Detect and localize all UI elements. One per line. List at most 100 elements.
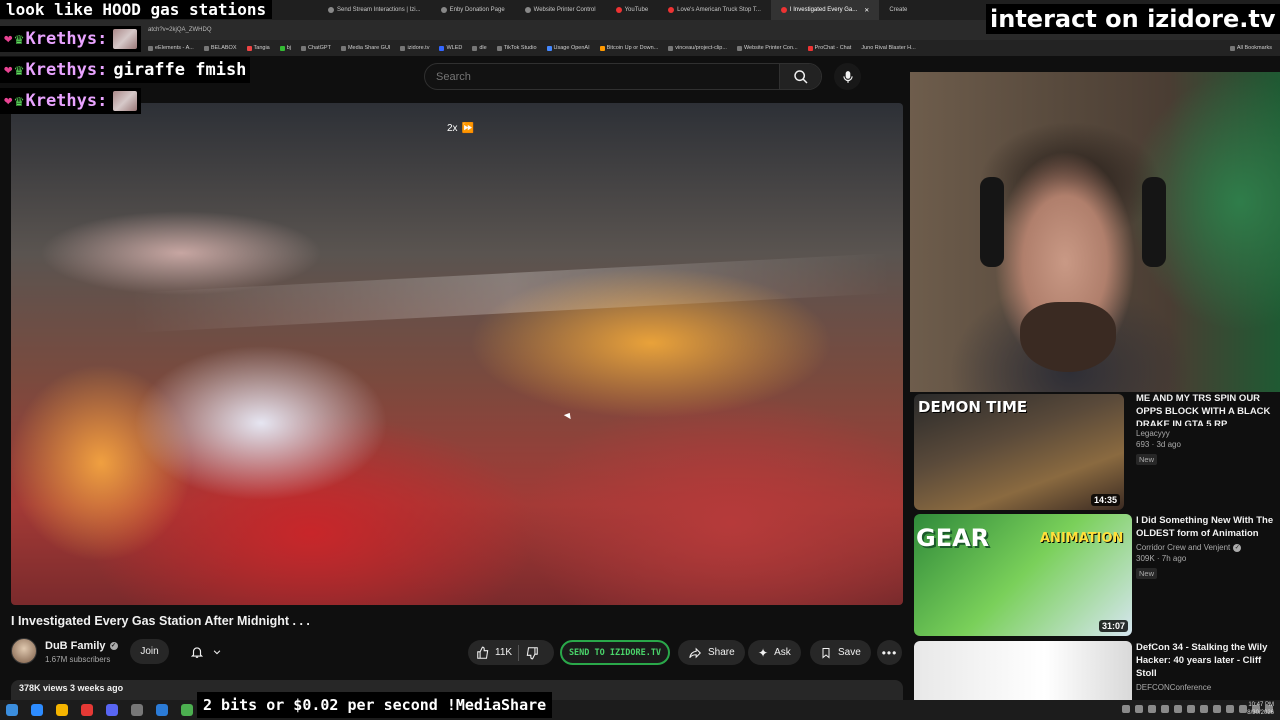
bookmark[interactable]: BELABOX [203, 45, 237, 51]
browser-tab[interactable]: Enby Donation Page [431, 0, 515, 20]
tray-icon[interactable] [1135, 705, 1143, 713]
chat-message: ❤ ♛ Krethys: [0, 26, 142, 52]
search-button[interactable] [779, 64, 821, 89]
tray-icon[interactable] [1122, 705, 1130, 713]
browser-tab[interactable]: Create [879, 0, 917, 20]
bookmark[interactable]: Website Printer Con... [736, 45, 798, 51]
app-icon[interactable] [81, 704, 93, 716]
bookmark[interactable]: dle [472, 45, 487, 51]
all-bookmarks[interactable]: All Bookmarks [1229, 45, 1272, 51]
clock[interactable]: 10:47 PM 8/30/2026 [1247, 701, 1274, 717]
join-button[interactable]: Join [130, 639, 169, 664]
video-player[interactable]: 2x ⏩ [11, 103, 903, 605]
chat-username: Krethys: [25, 91, 108, 111]
recommendation-channel[interactable]: Corridor Crew and Venjent ✓ [1136, 543, 1276, 552]
recommendation-info: DefCon 34 - Stalking the Wily Hacker: 40… [1136, 641, 1276, 692]
settings-icon[interactable] [131, 704, 143, 716]
browser-tab[interactable]: Love's American Truck Stop T... [658, 0, 771, 20]
send-to-izidore-button[interactable]: SEND TO IZIDORE.TV [560, 640, 670, 665]
video-thumbnail[interactable]: GEAR ANIMATION 31:07 [914, 514, 1132, 636]
discord-icon[interactable] [106, 704, 118, 716]
tray-icon[interactable] [1239, 705, 1247, 713]
recommendation-title[interactable]: DefCon 34 - Stalking the Wily Hacker: 40… [1136, 641, 1276, 680]
recommendation-item[interactable]: DEMON TIME 14:35 ME AND MY TRS SPIN OUR … [914, 392, 1280, 512]
tray-icon[interactable] [1174, 705, 1182, 713]
tab-favicon-icon [440, 7, 447, 13]
search-box [424, 63, 822, 90]
heart-badge-icon: ❤ [4, 93, 13, 109]
tray-icon[interactable] [1148, 705, 1156, 713]
bookmark[interactable]: Media Share GUI [340, 45, 390, 51]
browser-tab-active[interactable]: I Investigated Every Ga... ✕ [770, 0, 880, 20]
channel-avatar[interactable] [11, 638, 37, 664]
bookmark[interactable]: Usage OpenAI [546, 45, 590, 51]
bookmark[interactable]: Juno Rival Blaster H... [861, 45, 915, 51]
new-badge: New [1136, 454, 1158, 465]
app-icon[interactable] [156, 704, 168, 716]
tray-icon[interactable] [1226, 705, 1234, 713]
thumbnail-text: DEMON TIME [918, 398, 1028, 416]
browser-tab[interactable]: YouTube [606, 0, 659, 20]
save-button[interactable]: Save [810, 640, 871, 665]
bookmark[interactable]: TikTok Studio [496, 45, 537, 51]
voice-search-button[interactable] [834, 63, 861, 90]
bookmark[interactable]: izidore.tv [400, 45, 429, 51]
bookmark[interactable]: Tangia [246, 45, 270, 51]
recommendation-item[interactable]: GEAR ANIMATION 31:07 I Did Something New… [914, 514, 1280, 636]
playback-speed-indicator: 2x ⏩ [441, 118, 480, 138]
bookmark[interactable]: ChatGPT [301, 45, 331, 51]
youtube-icon [668, 7, 675, 13]
bookmarks-bar: eElements - A... BELABOX Tangia bj ChatG… [0, 40, 1280, 56]
like-count: 11K [495, 647, 513, 658]
folder-icon[interactable] [56, 704, 68, 716]
more-actions-button[interactable]: ••• [877, 640, 902, 665]
sub-badge-icon: ♛ [14, 30, 24, 48]
chrome-icon[interactable] [181, 704, 193, 716]
recommendations-list: DEMON TIME 14:35 ME AND MY TRS SPIN OUR … [914, 392, 1280, 720]
dislike-button[interactable] [525, 646, 539, 660]
chat-message-text: giraffe fmish [113, 60, 247, 80]
like-button[interactable]: 11K [476, 646, 512, 660]
start-icon[interactable] [6, 704, 18, 716]
bookmark[interactable]: ProChat - Chat [807, 45, 851, 51]
tray-icon[interactable] [1187, 705, 1195, 713]
bookmark-icon [246, 45, 252, 51]
bookmark-icon [148, 45, 153, 51]
bookmark-icon [279, 45, 285, 51]
thumbs-up-icon [477, 646, 489, 659]
tray-icon[interactable] [1161, 705, 1169, 713]
clock-time: 10:47 PM [1248, 702, 1274, 708]
chat-username: Krethys: [25, 60, 108, 80]
channel-name[interactable]: DuB Family ✓ [45, 640, 118, 652]
search-input[interactable] [425, 70, 775, 83]
bookmark[interactable]: Bitcoin Up or Down... [599, 45, 658, 51]
bookmark-icon [546, 45, 552, 51]
folder-icon [1229, 45, 1235, 51]
recommendation-title[interactable]: ME AND MY TRS SPIN OUR OPPS BLOCK WITH A… [1136, 392, 1276, 426]
webcam-feed [910, 72, 1280, 392]
browser-tab[interactable]: Website Printer Control [515, 0, 606, 20]
notification-bell-button[interactable] [178, 639, 234, 664]
recommendation-channel[interactable]: DEFCONConference [1136, 683, 1276, 692]
files-icon[interactable] [31, 704, 43, 716]
bookmark[interactable]: vinceau/project-clip... [668, 45, 727, 51]
close-tab-icon[interactable]: ✕ [864, 7, 869, 14]
heart-badge-icon: ❤ [4, 31, 13, 47]
browser-tab[interactable]: Send Stream Interactions | Izi... [318, 0, 431, 20]
chat-emote-icon [113, 29, 138, 49]
verified-icon: ✓ [109, 642, 118, 650]
bookmark[interactable]: bj [279, 45, 291, 51]
recommendation-channel[interactable]: Legacyyy [1136, 429, 1276, 438]
thumbnail-text: ANIMATION [1040, 531, 1124, 546]
fast-forward-icon: ⏩ [461, 122, 475, 134]
youtube-icon [615, 7, 622, 13]
tray-icon[interactable] [1213, 705, 1221, 713]
tray-icon[interactable] [1200, 705, 1208, 713]
bookmark[interactable]: WLED [439, 45, 462, 51]
share-button[interactable]: Share [678, 640, 745, 665]
recommendation-title[interactable]: I Did Something New With The OLDEST form… [1136, 514, 1276, 540]
verified-icon: ✓ [1233, 543, 1242, 552]
ask-button[interactable]: ✦ Ask [748, 640, 801, 665]
video-thumbnail[interactable]: DEMON TIME 14:35 [914, 394, 1124, 510]
bookmark[interactable]: eElements - A... [148, 45, 194, 51]
